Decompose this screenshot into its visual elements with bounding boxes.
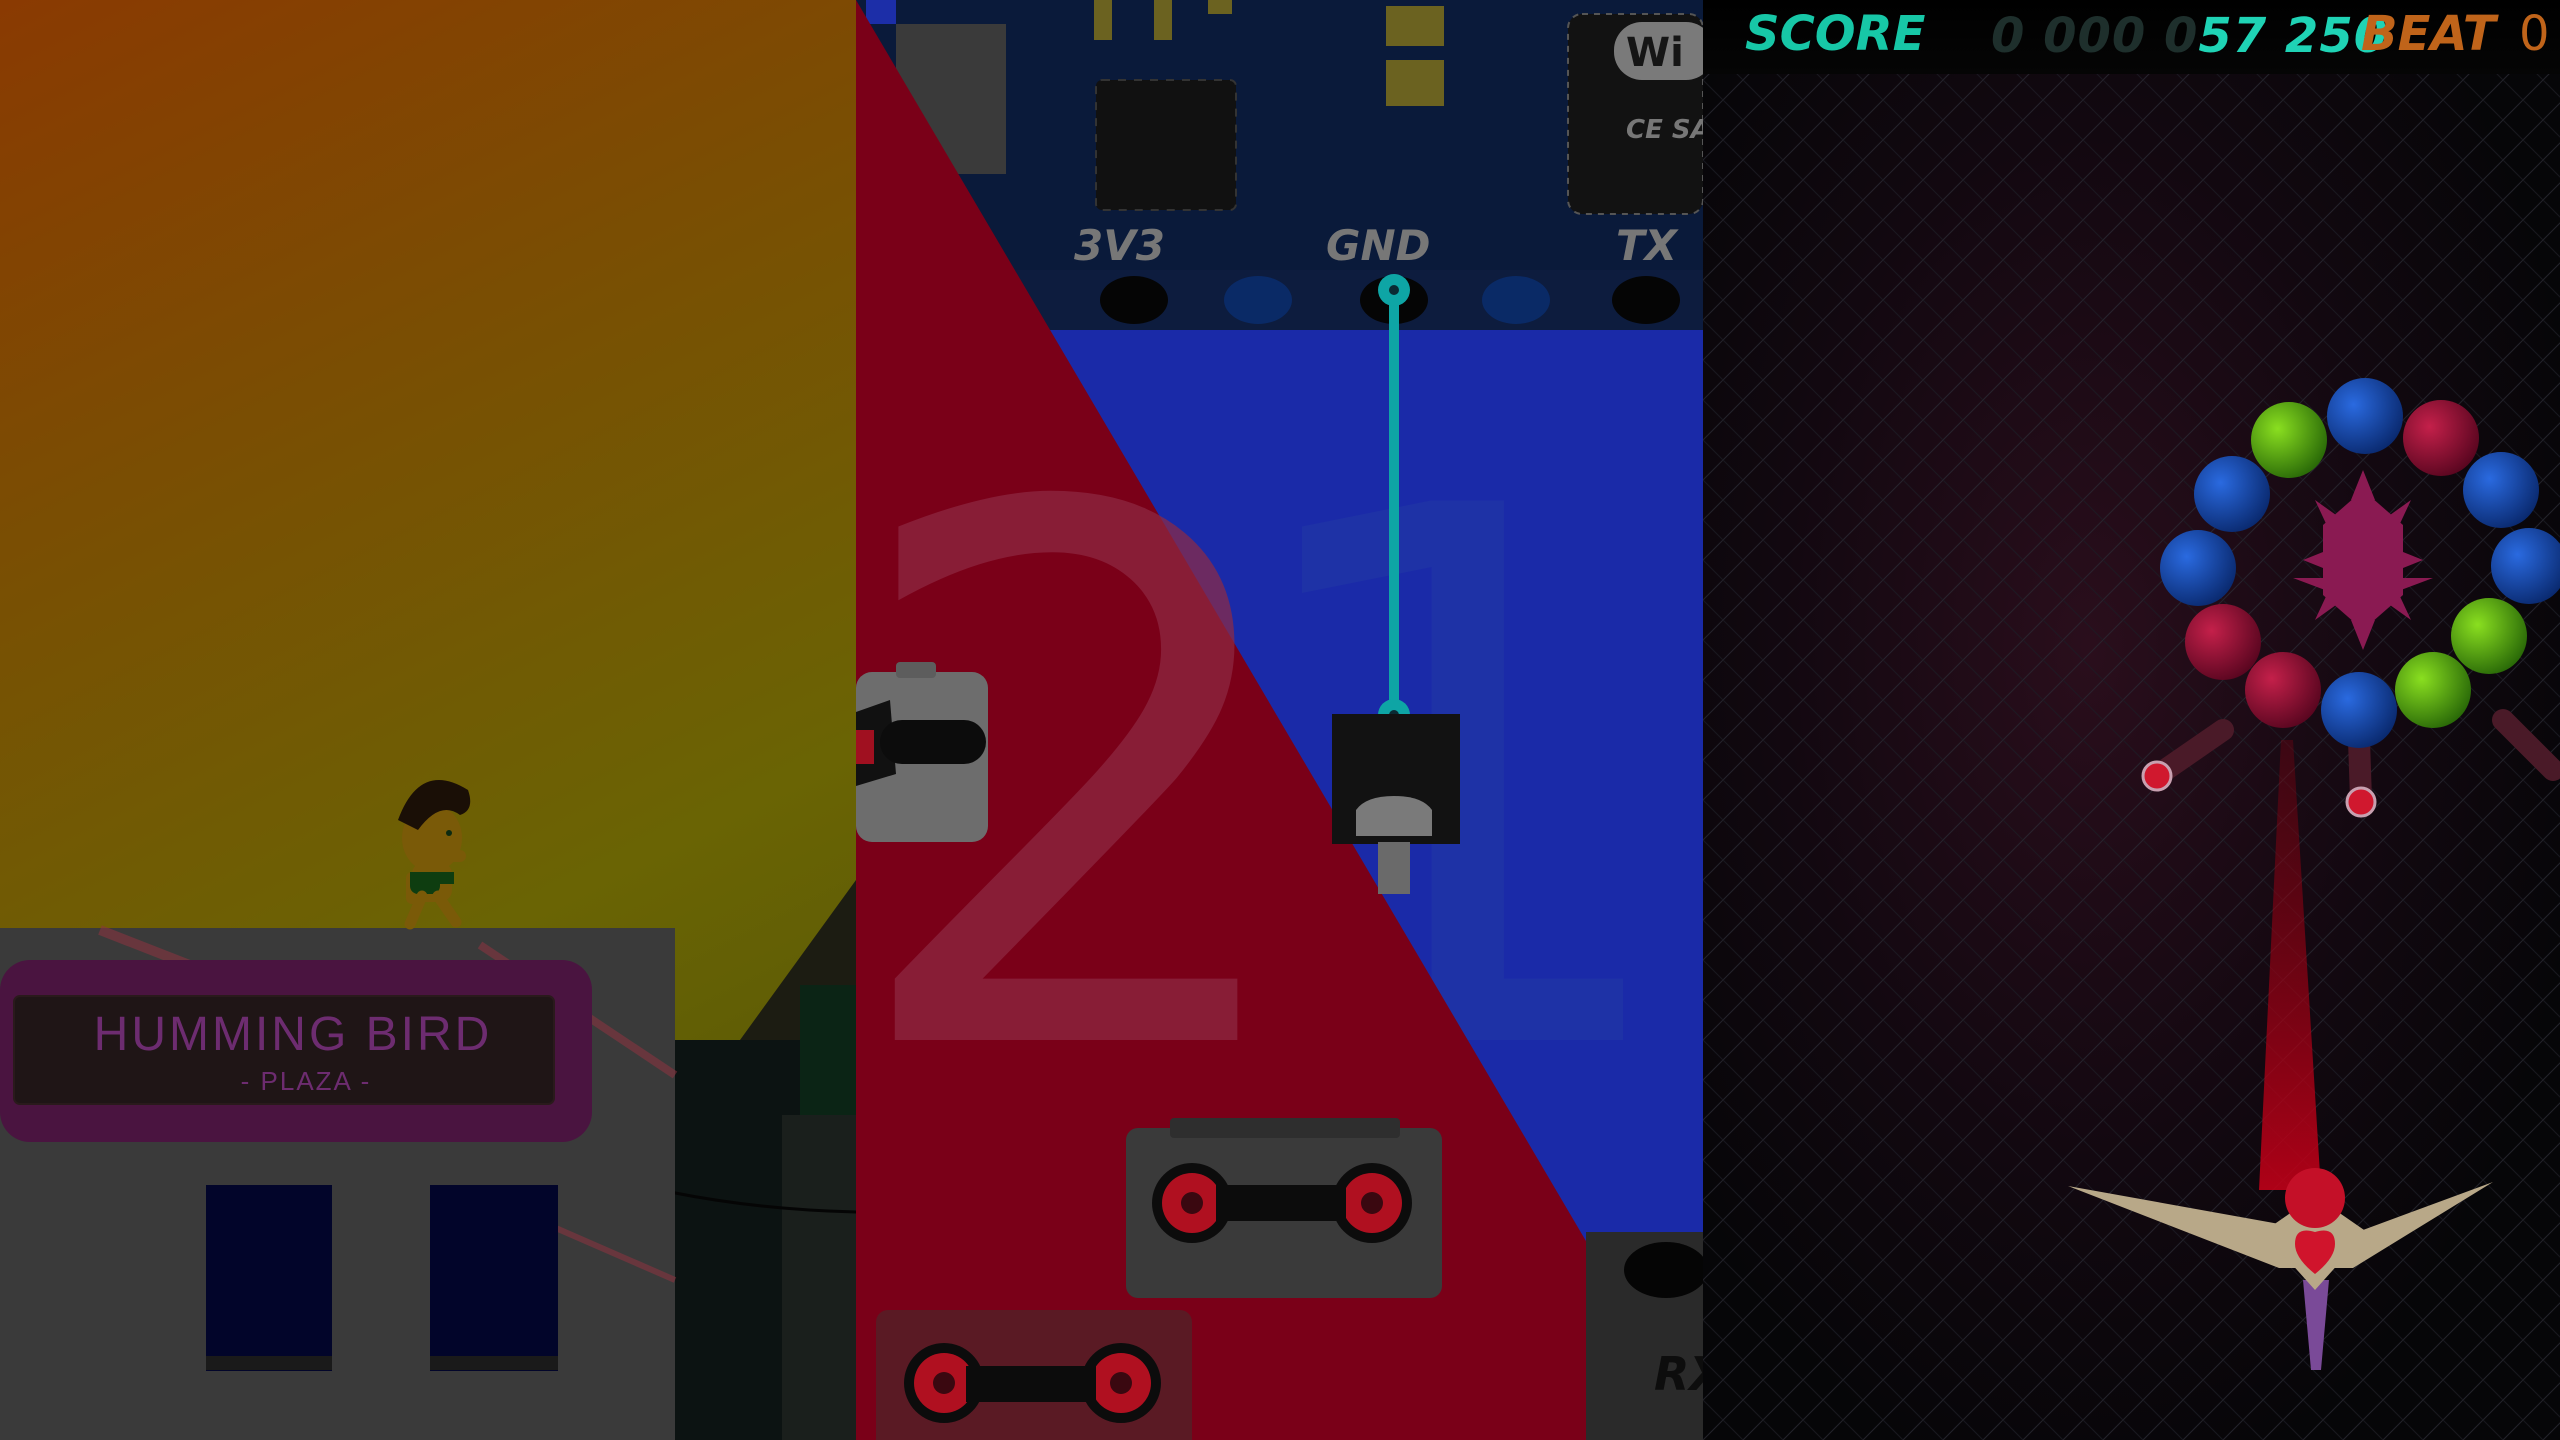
window-right [430, 1185, 558, 1371]
smd-2 [1154, 0, 1172, 40]
pin-label-rx: RX [1654, 1347, 1703, 1401]
ultrasonic-sensor-2 [876, 1310, 1192, 1440]
servo-motor [856, 662, 988, 842]
platformer-panel: HUMMING BIRD - PLAZA - [0, 0, 856, 1440]
sign-subtitle: - PLAZA - [241, 1066, 372, 1096]
score-leading-zeros: 0 000 0 [1991, 8, 2199, 64]
pin-label-tx: TX [1616, 221, 1680, 270]
wire-end-top-hole [1389, 285, 1399, 295]
smd-3 [1208, 0, 1232, 14]
smd-1 [1094, 0, 1112, 40]
circuit-panel: Wi CE SA 3V3 GND TX 1 2 [856, 0, 1703, 1440]
green-pole [800, 985, 856, 1115]
chip-square [1095, 79, 1237, 211]
smd-5 [1386, 60, 1444, 106]
pin-label-gnd: GND [1326, 221, 1431, 270]
board-corner-bottom: RX [1586, 1232, 1703, 1440]
board-corner-tab [866, 0, 896, 24]
hud-bar: SCORE 0 000 057 250 BEAT 0 [1703, 0, 2560, 74]
circuit-scene: Wi CE SA 3V3 GND TX 1 2 [856, 0, 1703, 1440]
chip-caption: CE SA [1626, 115, 1703, 145]
tower-block [782, 1115, 856, 1440]
shooter-scene [1703, 0, 2560, 1440]
sign-title: HUMMING BIRD [94, 1008, 493, 1061]
platformer-scene: HUMMING BIRD - PLAZA - [0, 0, 856, 1440]
window-left-sill [206, 1356, 332, 1370]
ultrasonic-sensor-1 [1126, 1118, 1442, 1298]
pin-label-3v3: 3V3 [1074, 221, 1165, 270]
smd-4 [1386, 6, 1444, 46]
score-label: SCORE [1745, 6, 1926, 62]
wifi-badge: Wi [1626, 30, 1684, 76]
score-value: 0 000 057 250 [1991, 6, 2388, 64]
window-right-sill [430, 1356, 558, 1370]
beat-label: BEAT [2361, 6, 2496, 62]
shooter-panel: SCORE 0 000 057 250 BEAT 0 [1703, 0, 2560, 1440]
score-digits-lit: 57 250 [2198, 8, 2389, 64]
beat-value: 0 [2519, 6, 2550, 62]
window-left [206, 1185, 332, 1371]
